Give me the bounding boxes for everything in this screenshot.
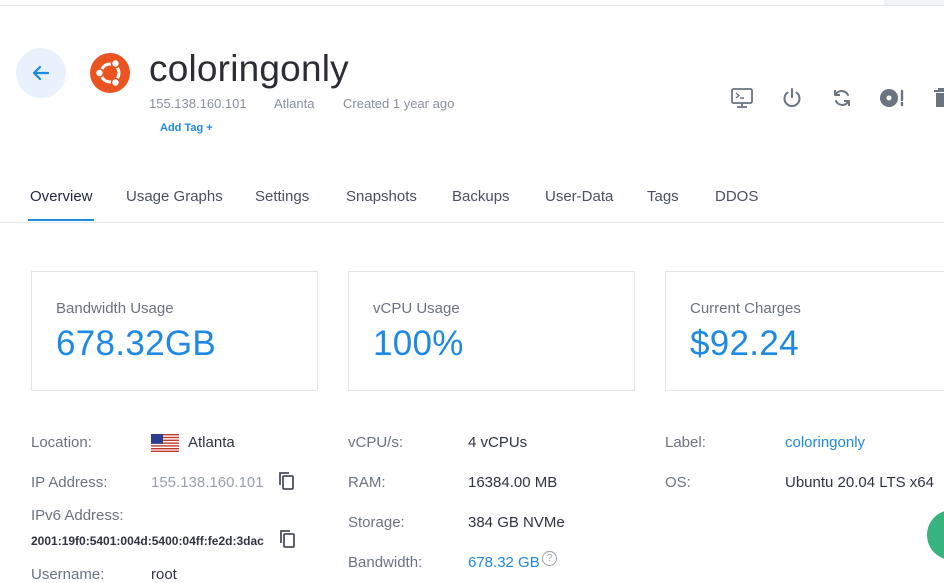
console-button[interactable]	[728, 84, 756, 112]
tab-overview[interactable]: Overview	[30, 188, 93, 205]
copy-ipv6-icon[interactable]	[278, 529, 296, 549]
ipv6-address-label: IPv6 Address:	[31, 507, 124, 524]
card-label: Bandwidth Usage	[56, 300, 174, 317]
card-label: Current Charges	[690, 300, 801, 317]
power-icon	[783, 88, 801, 107]
label-value-link[interactable]: coloringonly	[785, 434, 865, 451]
current-charges-card: Current Charges $92.24	[665, 271, 944, 391]
card-value: 678.32GB	[56, 324, 217, 363]
ip-address-value: 155.138.160.101	[151, 474, 264, 491]
iso-icon	[880, 89, 904, 107]
tab-user-data[interactable]: User-Data	[545, 188, 613, 205]
us-flag-icon	[151, 434, 179, 452]
server-created: Created 1 year ago	[343, 96, 455, 111]
server-title: coloringonly	[149, 48, 349, 89]
os-label: OS:	[665, 474, 691, 491]
card-value: 100%	[373, 324, 464, 363]
card-value: $92.24	[690, 324, 799, 363]
storage-label: Storage:	[348, 514, 405, 531]
os-value: Ubuntu 20.04 LTS x64	[785, 474, 934, 491]
help-icon[interactable]: ?	[542, 551, 557, 566]
location-value: Atlanta	[188, 434, 235, 451]
ram-label: RAM:	[348, 474, 386, 491]
tab-ddos[interactable]: DDOS	[715, 188, 758, 205]
top-edge-shade	[884, 0, 944, 5]
ubuntu-logo-icon	[90, 53, 130, 93]
vcpu-value: 4 vCPUs	[468, 434, 528, 451]
tab-usage-graphs[interactable]: Usage Graphs	[126, 188, 223, 205]
storage-value: 384 GB NVMe	[468, 514, 565, 531]
tab-settings[interactable]: Settings	[255, 188, 309, 205]
destroy-button[interactable]	[928, 84, 944, 112]
bandwidth-value-link[interactable]: 678.32 GB	[468, 554, 540, 571]
arrow-left-icon	[32, 65, 50, 81]
ipv6-address-value: 2001:19f0:5401:004d:5400:04ff:fe2d:3dac	[31, 534, 264, 548]
power-button[interactable]	[778, 84, 806, 112]
tab-bar: Overview Usage Graphs Settings Snapshots…	[0, 178, 944, 223]
restart-button[interactable]	[828, 84, 856, 112]
restart-icon	[834, 90, 850, 106]
card-label: vCPU Usage	[373, 300, 460, 317]
server-location: Atlanta	[274, 96, 315, 111]
ip-address-label: IP Address:	[31, 474, 108, 491]
vcpu-label: vCPU/s:	[348, 434, 404, 451]
label-label: Label:	[665, 434, 706, 451]
vcpu-usage-card: vCPU Usage 100%	[348, 271, 635, 391]
console-icon	[731, 88, 753, 108]
tab-snapshots[interactable]: Snapshots	[346, 188, 417, 205]
top-divider	[0, 5, 944, 6]
copy-ip-icon[interactable]	[277, 471, 295, 491]
ram-value: 16384.00 MB	[468, 474, 558, 491]
server-ip: 155.138.160.101	[149, 96, 247, 111]
chat-widget-button[interactable]	[927, 510, 944, 560]
iso-button[interactable]	[878, 84, 906, 112]
bandwidth-label: Bandwidth:	[348, 554, 423, 571]
location-label: Location:	[31, 434, 92, 451]
bandwidth-usage-card: Bandwidth Usage 678.32GB	[31, 271, 318, 391]
tab-tags[interactable]: Tags	[647, 188, 679, 205]
trash-icon	[934, 88, 944, 107]
add-tag-link[interactable]: Add Tag +	[160, 122, 213, 134]
back-button[interactable]	[16, 48, 66, 98]
username-value: root	[151, 566, 177, 583]
username-label: Username:	[31, 566, 105, 583]
active-tab-indicator	[28, 219, 94, 221]
tab-backups[interactable]: Backups	[452, 188, 510, 205]
